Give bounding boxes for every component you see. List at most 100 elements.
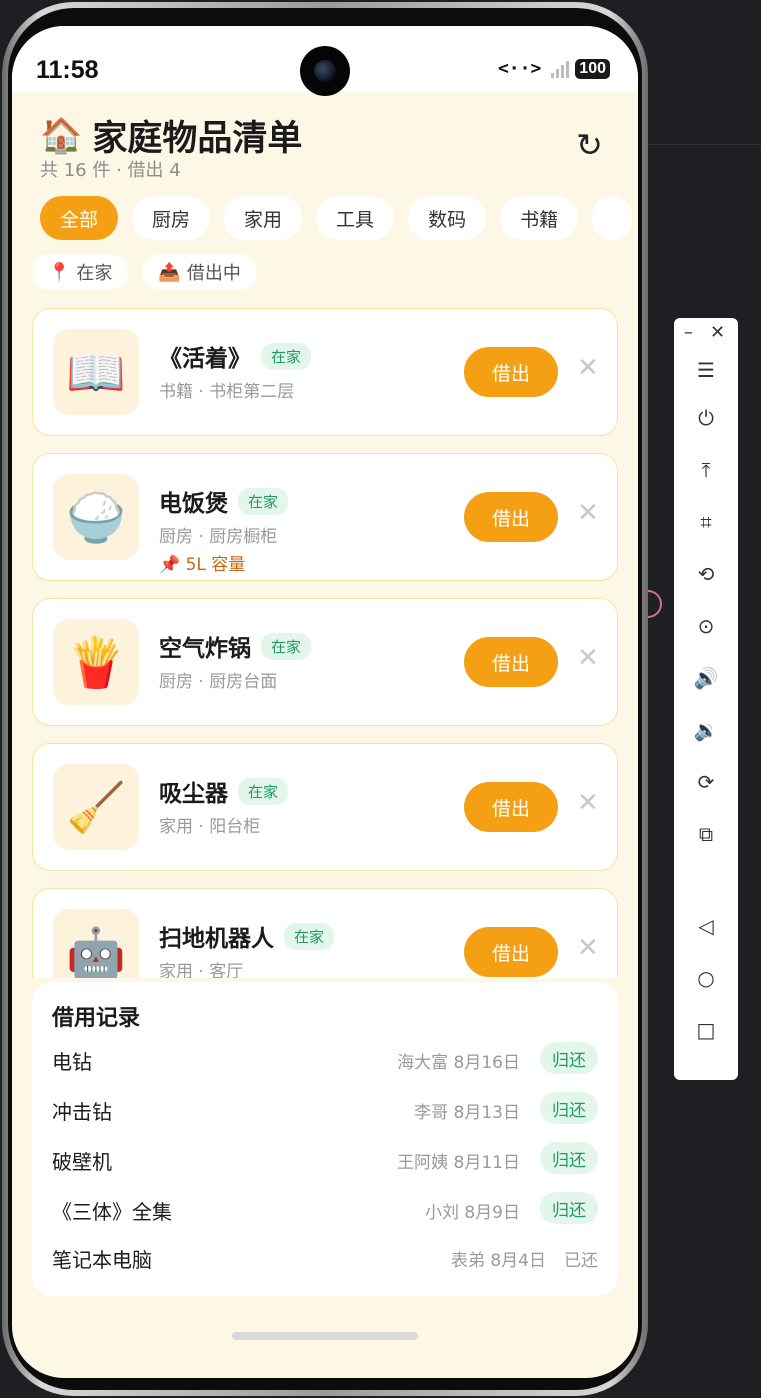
back-icon[interactable]: ◁ bbox=[688, 908, 724, 944]
list-item[interactable]: 🧹 吸尘器 在家 家用 · 阳台柜 借出 ✕ bbox=[32, 743, 618, 871]
side-handle bbox=[646, 590, 662, 618]
status-badge: 在家 bbox=[238, 777, 289, 805]
desktop-background: 11:58 <··> 100 🏠 家庭物品清单 共 16 件 · 借出 4 ↻ … bbox=[0, 0, 761, 1398]
fries-icon: 🍟 bbox=[53, 619, 139, 705]
filter-lent-out[interactable]: 📤 借出中 bbox=[142, 254, 257, 290]
item-summary: 共 16 件 · 借出 4 bbox=[40, 160, 181, 181]
status-badge: 在家 bbox=[284, 922, 335, 950]
status-badge: 在家 bbox=[238, 487, 289, 515]
lend-button[interactable]: 借出 bbox=[464, 492, 558, 542]
lend-button[interactable]: 借出 bbox=[464, 927, 558, 977]
item-name: 空气炸锅 bbox=[159, 636, 251, 662]
lend-button[interactable]: 借出 bbox=[464, 637, 558, 687]
emulator-toolbar: – ✕ ☰ ⏻ ⤒ ⌗ ⟲ ⊙ 🔊 🔉 ⟳ ⧉ ◁ ○ □ bbox=[674, 318, 738, 1080]
record-item: 电钻 bbox=[52, 1050, 92, 1074]
robot-icon: 🤖 bbox=[53, 909, 139, 978]
lend-button[interactable]: 借出 bbox=[464, 347, 558, 397]
crop-icon[interactable]: ⌗ bbox=[688, 504, 724, 540]
status-icons: <··> 100 bbox=[498, 58, 610, 79]
return-button[interactable]: 归还 bbox=[540, 1092, 598, 1124]
minimize-icon[interactable]: – bbox=[684, 322, 693, 343]
record-row: 笔记本电脑 表弟 8月4日 已还 bbox=[52, 1238, 598, 1278]
nfc-icon: <··> bbox=[497, 58, 542, 79]
item-name: 电饭煲 bbox=[159, 491, 228, 517]
item-name: 扫地机器人 bbox=[159, 926, 274, 952]
camera-icon bbox=[300, 46, 350, 96]
item-name-row: 吸尘器 在家 bbox=[159, 774, 289, 808]
page-header: 🏠 家庭物品清单 bbox=[40, 110, 302, 161]
returned-label: 已还 bbox=[564, 1251, 598, 1271]
tab-books[interactable]: 书籍 bbox=[500, 196, 579, 240]
borrow-records-panel: 借用记录 电钻 海大富 8月16日 归还 冲击钻 李哥 8月13日 归还 破壁机… bbox=[32, 982, 618, 1296]
volume-down-icon[interactable]: 🔉 bbox=[688, 712, 724, 748]
close-icon[interactable]: ✕ bbox=[577, 933, 599, 963]
close-icon[interactable]: ✕ bbox=[577, 498, 599, 528]
records-title: 借用记录 bbox=[52, 1006, 141, 1031]
item-location: 书籍 · 书柜第二层 bbox=[159, 382, 295, 402]
list-item[interactable]: 📖 《活着》 在家 书籍 · 书柜第二层 借出 ✕ bbox=[32, 308, 618, 436]
tab-tools[interactable]: 工具 bbox=[316, 196, 395, 240]
item-location: 厨房 · 厨房橱柜 bbox=[159, 527, 278, 547]
close-icon[interactable]: ✕ bbox=[577, 643, 599, 673]
tab-more[interactable] bbox=[592, 196, 633, 240]
record-row: 破壁机 王阿姨 8月11日 归还 bbox=[52, 1140, 598, 1180]
record-row: 冲击钻 李哥 8月13日 归还 bbox=[52, 1090, 598, 1130]
list-item[interactable]: 🍟 空气炸锅 在家 厨房 · 厨房台面 借出 ✕ bbox=[32, 598, 618, 726]
broom-icon: 🧹 bbox=[53, 764, 139, 850]
item-note: 📌 5L 容量 bbox=[159, 555, 246, 575]
volume-up-icon[interactable]: 🔊 bbox=[688, 660, 724, 696]
menu-icon[interactable]: ☰ bbox=[688, 352, 724, 388]
close-icon[interactable]: ✕ bbox=[577, 788, 599, 818]
shake-icon[interactable]: ⟳ bbox=[688, 764, 724, 800]
item-name-row: 扫地机器人 在家 bbox=[159, 919, 335, 953]
close-icon[interactable]: ✕ bbox=[577, 353, 599, 383]
rotate-icon[interactable]: ⟲ bbox=[688, 556, 724, 592]
record-borrower: 小刘 8月9日 bbox=[424, 1203, 520, 1223]
house-icon: 🏠 bbox=[40, 115, 83, 156]
filter-at-home[interactable]: 📍 在家 bbox=[32, 254, 129, 290]
status-badge: 在家 bbox=[261, 632, 312, 660]
filter-label: 借出中 bbox=[186, 263, 241, 284]
screenshot-icon[interactable]: ⊙ bbox=[688, 608, 724, 644]
item-location: 家用 · 阳台柜 bbox=[159, 817, 261, 837]
outbox-icon: 📤 bbox=[158, 261, 181, 283]
item-name-row: 空气炸锅 在家 bbox=[159, 629, 312, 663]
record-borrower: 李哥 8月13日 bbox=[414, 1103, 520, 1123]
record-item: 冲击钻 bbox=[52, 1100, 112, 1124]
return-button[interactable]: 归还 bbox=[540, 1142, 598, 1174]
rice-icon: 🍚 bbox=[53, 474, 139, 560]
page-title: 家庭物品清单 bbox=[92, 119, 303, 159]
home-indicator[interactable] bbox=[232, 1332, 418, 1340]
record-borrower: 王阿姨 8月11日 bbox=[397, 1153, 520, 1173]
power-icon[interactable]: ⏻ bbox=[688, 400, 724, 436]
tab-household[interactable]: 家用 bbox=[224, 196, 303, 240]
item-name-row: 电饭煲 在家 bbox=[159, 484, 289, 518]
record-item: 笔记本电脑 bbox=[52, 1248, 152, 1272]
filter-label: 在家 bbox=[76, 263, 113, 284]
tab-digital[interactable]: 数码 bbox=[408, 196, 487, 240]
lend-button[interactable]: 借出 bbox=[464, 782, 558, 832]
home-icon[interactable]: ○ bbox=[688, 960, 724, 996]
refresh-icon[interactable]: ↻ bbox=[576, 126, 603, 164]
record-row: 电钻 海大富 8月16日 归还 bbox=[52, 1040, 598, 1080]
multi-device-icon[interactable]: ⧉ bbox=[688, 816, 724, 852]
record-item: 破壁机 bbox=[52, 1150, 112, 1174]
item-name-row: 《活着》 在家 bbox=[159, 339, 312, 373]
status-badge: 在家 bbox=[261, 342, 312, 370]
record-row: 《三体》全集 小刘 8月9日 归还 bbox=[52, 1190, 598, 1230]
phone-screen: 11:58 <··> 100 🏠 家庭物品清单 共 16 件 · 借出 4 ↻ … bbox=[12, 26, 638, 1378]
return-button[interactable]: 归还 bbox=[540, 1192, 598, 1224]
close-icon[interactable]: ✕ bbox=[710, 322, 725, 343]
list-item[interactable]: 🍚 电饭煲 在家 厨房 · 厨房橱柜 📌 5L 容量 借出 ✕ bbox=[32, 453, 618, 581]
item-name: 《活着》 bbox=[159, 346, 251, 372]
upload-icon[interactable]: ⤒ bbox=[688, 452, 724, 488]
return-button[interactable]: 归还 bbox=[540, 1042, 598, 1074]
status-filters: 📍 在家 📤 借出中 bbox=[32, 254, 257, 290]
window-edge-line bbox=[648, 144, 761, 145]
tab-kitchen[interactable]: 厨房 bbox=[132, 196, 211, 240]
recents-icon[interactable]: □ bbox=[688, 1012, 724, 1048]
tab-all[interactable]: 全部 bbox=[40, 196, 119, 240]
list-item[interactable]: 🤖 扫地机器人 在家 家用 · 客厅 借出 ✕ bbox=[32, 888, 618, 978]
status-bar: 11:58 <··> 100 bbox=[12, 26, 638, 96]
record-borrower: 海大富 8月16日 bbox=[397, 1053, 520, 1073]
